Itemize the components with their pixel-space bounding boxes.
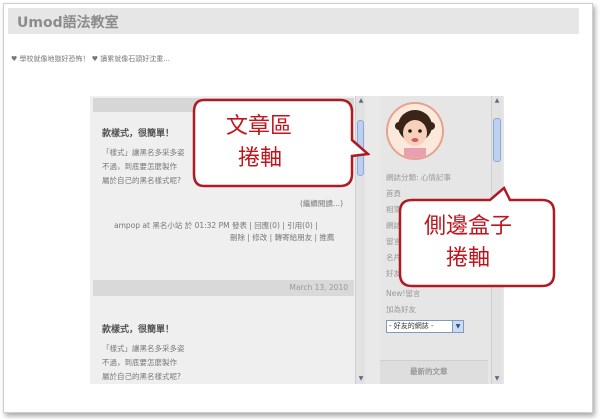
read-more-link[interactable]: (繼續閱讀...) [300,198,343,209]
friend-blog-select[interactable]: - 好友的網誌 - ▼ [386,320,464,333]
post-line: 屬於自己的黑名樣式呢? [102,372,181,381]
scroll-down-icon[interactable]: ▼ [493,375,501,383]
add-friend-link[interactable]: 加為好友 [386,304,416,315]
post-date: March 13, 2010 [289,283,348,292]
callout-main-line2: 捲軸 [238,146,283,171]
latest-posts-box: 最新的文章 [380,360,488,384]
post-title[interactable]: 款樣式，很簡單！ [102,126,174,139]
chevron-down-icon[interactable]: ▼ [452,321,463,332]
post-line: 屬於自己的黑名樣式呢? [102,176,181,185]
post-line: 不過，到底要怎麼製作 [102,162,177,171]
sidebar-scroll-thumb[interactable] [493,118,501,162]
callout-side-line2: 捲軸 [446,246,491,271]
post-line: 不過，到底要怎麼製作 [102,358,177,367]
marquee-text: ♥ 學校就像地獄好恐怖！ ♥ 讀累就像石頭好沈重... [11,55,170,63]
latest-posts-title: 最新的文章 [410,367,448,376]
sidebar-category[interactable]: 網誌分類: 心情記事 [386,172,451,183]
scroll-down-icon[interactable]: ▼ [357,375,365,383]
post-title[interactable]: 款樣式，很簡單！ [102,322,174,335]
blog-header: Umod語法教室 [8,8,579,34]
date-bar: March 13, 2010 [93,280,354,296]
blog-title[interactable]: Umod語法教室 [17,12,119,32]
friend-select-value: - 好友的網誌 - [389,322,434,330]
callout-side-line1: 側邊盒子 [424,214,513,239]
callout-main-line1: 文章區 [226,114,293,139]
avatar[interactable] [386,102,444,160]
child-photo-icon [388,104,442,158]
scroll-up-icon[interactable]: ▲ [493,97,501,105]
callout-sidebar-scrollbar: 側邊盒子 捲軸 [392,186,560,292]
post-line: 「樣式」讓黑名多采多姿 [102,148,185,157]
callout-main-scrollbar: 文章區 捲軸 [190,96,370,196]
post-line: 「樣式」讓黑名多采多姿 [102,344,185,353]
post-actions[interactable]: 刪除 | 修改 | 轉寄給朋友 | 推薦 [230,232,334,243]
post-footer[interactable]: ampop at 黑名小站 於 01:32 PM 發表 | 回應(0) | 引用… [114,220,318,231]
